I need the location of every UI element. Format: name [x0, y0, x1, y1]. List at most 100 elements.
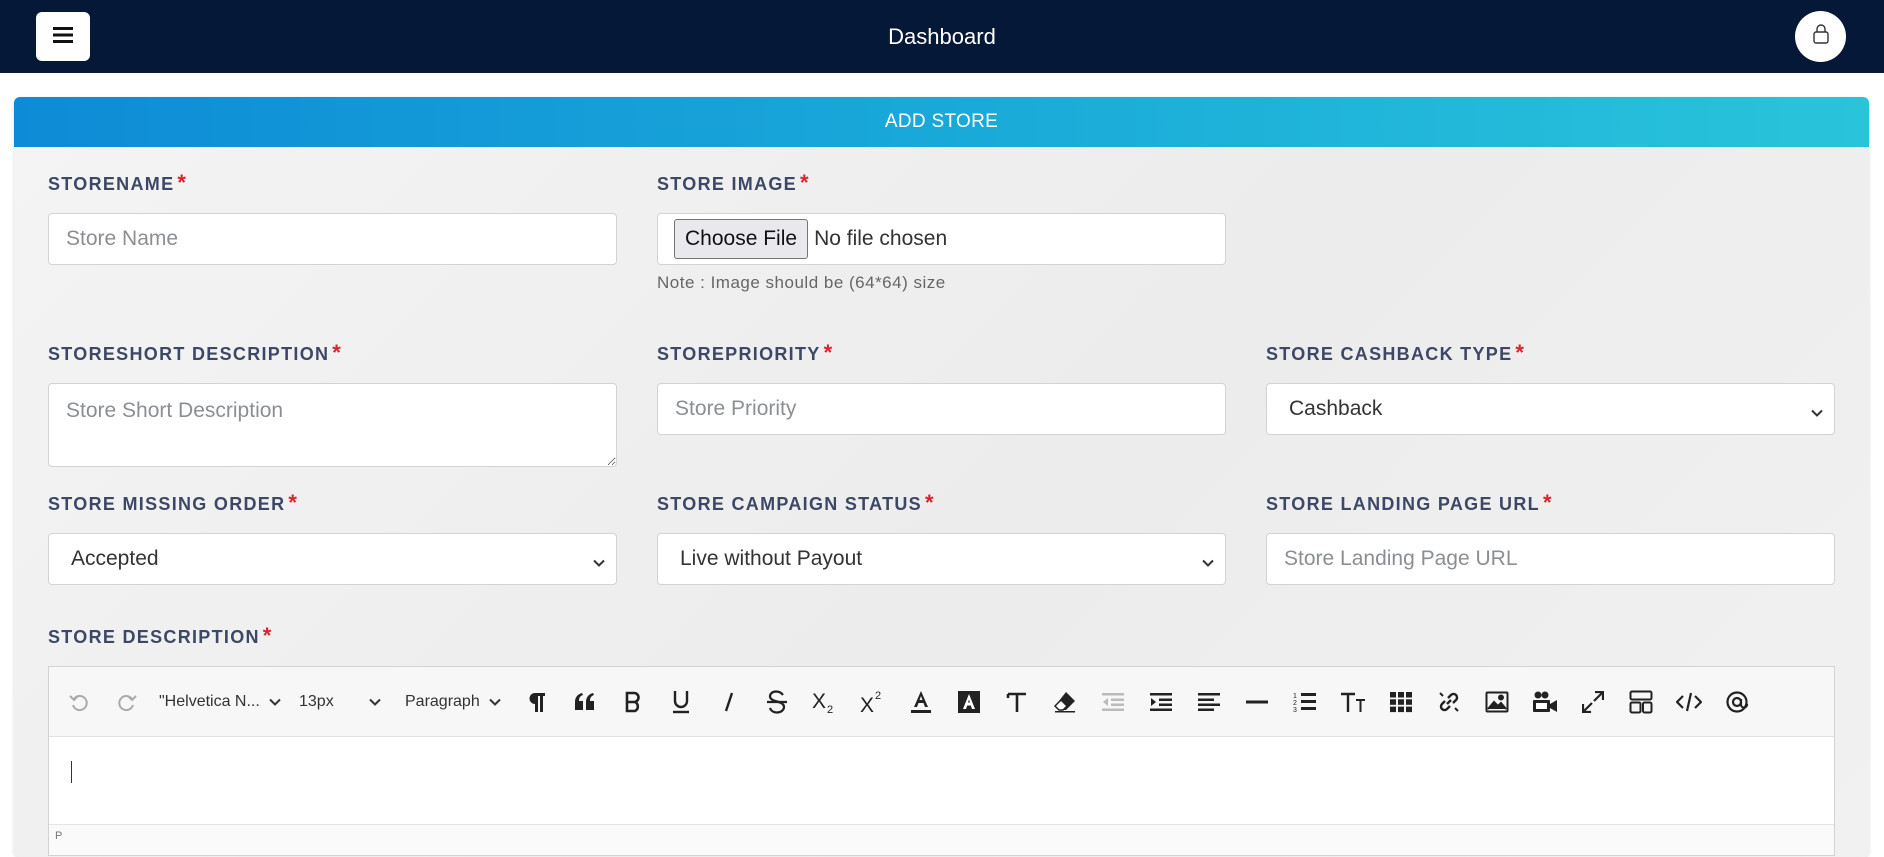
chevron-down-icon [488, 695, 502, 709]
cashback-type-value: Cashback [1289, 397, 1383, 420]
eraser-icon[interactable] [1047, 684, 1083, 720]
required-mark: * [1542, 490, 1553, 515]
text-caret [71, 761, 72, 783]
svg-text:1: 1 [1293, 693, 1297, 700]
store-image-label: STORE IMAGE * [657, 170, 810, 196]
underline-icon[interactable] [663, 684, 699, 720]
table-icon[interactable] [1383, 684, 1419, 720]
svg-text:3: 3 [1293, 707, 1297, 713]
image-size-note: Note : Image should be (64*64) size [657, 273, 946, 292]
bold-icon[interactable] [615, 684, 651, 720]
required-mark: * [799, 170, 810, 195]
missing-order-label-text: STORE MISSING ORDER [48, 494, 286, 514]
mention-icon[interactable] [1719, 684, 1755, 720]
cashback-type-select[interactable]: Cashback [1266, 383, 1835, 435]
editor-content-area[interactable] [49, 738, 1834, 824]
svg-text:2: 2 [875, 690, 881, 702]
store-name-label-text: STORENAME [48, 174, 175, 194]
ordered-list-icon[interactable]: 123 [1287, 684, 1323, 720]
chevron-down-icon [268, 695, 282, 709]
store-image-label-text: STORE IMAGE [657, 174, 797, 194]
paragraph-icon[interactable] [519, 684, 555, 720]
link-icon[interactable] [1431, 684, 1467, 720]
hamburger-icon [53, 27, 73, 46]
subscript-icon[interactable]: X2 [807, 684, 843, 720]
italic-icon[interactable] [711, 684, 747, 720]
required-mark: * [177, 170, 188, 195]
font-family-value: "Helvetica N... [159, 693, 260, 710]
align-left-icon[interactable] [1191, 684, 1227, 720]
missing-order-value: Accepted [71, 547, 159, 570]
store-name-label: STORENAME * [48, 170, 187, 196]
required-mark: * [823, 340, 834, 365]
blockquote-icon[interactable] [567, 684, 603, 720]
block-format-value: Paragraph [405, 693, 480, 710]
outdent-icon[interactable] [1095, 684, 1131, 720]
cashback-type-label-text: STORE CASHBACK TYPE [1266, 344, 1513, 364]
file-status-text: No file chosen [814, 227, 948, 250]
undo-icon[interactable] [63, 684, 95, 720]
card-title: ADD STORE [14, 97, 1869, 147]
element-path: P [55, 830, 63, 842]
clear-format-icon[interactable] [999, 684, 1035, 720]
short-description-label-text: STORESHORT DESCRIPTION [48, 344, 330, 364]
user-account-button[interactable] [1795, 11, 1846, 62]
font-size-select[interactable]: 13px [299, 684, 395, 720]
chevron-down-icon [1201, 552, 1215, 576]
block-format-select[interactable]: Paragraph [405, 684, 505, 720]
horizontal-rule-icon[interactable] [1239, 684, 1275, 720]
font-size-value: 13px [299, 693, 334, 710]
add-store-card: ADD STORE STORENAME* STORE IMAGE* Choose… [14, 97, 1869, 857]
priority-input[interactable] [657, 383, 1226, 435]
chevron-down-icon [592, 552, 606, 576]
svg-text:X: X [812, 690, 826, 713]
campaign-status-label: STORE CAMPAIGN STATUS * [657, 490, 935, 516]
required-mark: * [924, 490, 935, 515]
line-height-icon[interactable] [1335, 684, 1371, 720]
short-description-textarea[interactable] [48, 383, 617, 467]
font-family-select[interactable]: "Helvetica N... [159, 684, 285, 720]
required-mark: * [288, 490, 299, 515]
indent-icon[interactable] [1143, 684, 1179, 720]
missing-order-select[interactable]: Accepted [48, 533, 617, 585]
video-icon[interactable] [1527, 684, 1563, 720]
choose-file-button[interactable]: Choose File [674, 219, 809, 259]
missing-order-label: STORE MISSING ORDER * [48, 490, 298, 516]
rich-text-editor: "Helvetica N... 13px Paragraph X 2 X 2 1… [48, 666, 1835, 856]
short-description-label: STORESHORT DESCRIPTION * [48, 340, 342, 366]
required-mark: * [1515, 340, 1526, 365]
required-mark: * [332, 340, 343, 365]
image-icon[interactable] [1479, 684, 1515, 720]
priority-label: STOREPRIORITY * [657, 340, 833, 366]
editor-toolbar: "Helvetica N... 13px Paragraph X 2 X 2 1… [49, 667, 1834, 737]
font-color-icon[interactable] [903, 684, 939, 720]
superscript-icon[interactable]: X2 [855, 684, 891, 720]
svg-text:2: 2 [827, 704, 833, 714]
highlight-color-icon[interactable] [951, 684, 987, 720]
priority-label-text: STOREPRIORITY [657, 344, 821, 364]
chevron-down-icon [368, 695, 382, 709]
campaign-status-select[interactable]: Live without Payout [657, 533, 1226, 585]
template-icon[interactable] [1623, 684, 1659, 720]
store-image-file-input[interactable]: Choose File No file chosen [657, 213, 1226, 265]
code-view-icon[interactable] [1671, 684, 1707, 720]
chevron-down-icon [1810, 402, 1824, 426]
landing-url-input[interactable] [1266, 533, 1835, 585]
store-name-input[interactable] [48, 213, 617, 265]
hamburger-menu-button[interactable] [36, 12, 90, 61]
campaign-status-label-text: STORE CAMPAIGN STATUS [657, 494, 922, 514]
fullscreen-icon[interactable] [1575, 684, 1611, 720]
editor-statusbar: P [49, 824, 1834, 855]
user-icon [1812, 24, 1830, 49]
cashback-type-label: STORE CASHBACK TYPE * [1266, 340, 1525, 366]
campaign-status-value: Live without Payout [680, 547, 863, 570]
landing-url-label-text: STORE LANDING PAGE URL [1266, 494, 1540, 514]
redo-icon[interactable] [111, 684, 143, 720]
svg-text:X: X [860, 694, 874, 714]
svg-text:2: 2 [1293, 700, 1297, 707]
description-label: STORE DESCRIPTION * [48, 623, 273, 649]
top-navbar: Dashboard [0, 0, 1884, 73]
strikethrough-icon[interactable] [759, 684, 795, 720]
required-mark: * [262, 623, 273, 648]
landing-url-label: STORE LANDING PAGE URL * [1266, 490, 1553, 516]
